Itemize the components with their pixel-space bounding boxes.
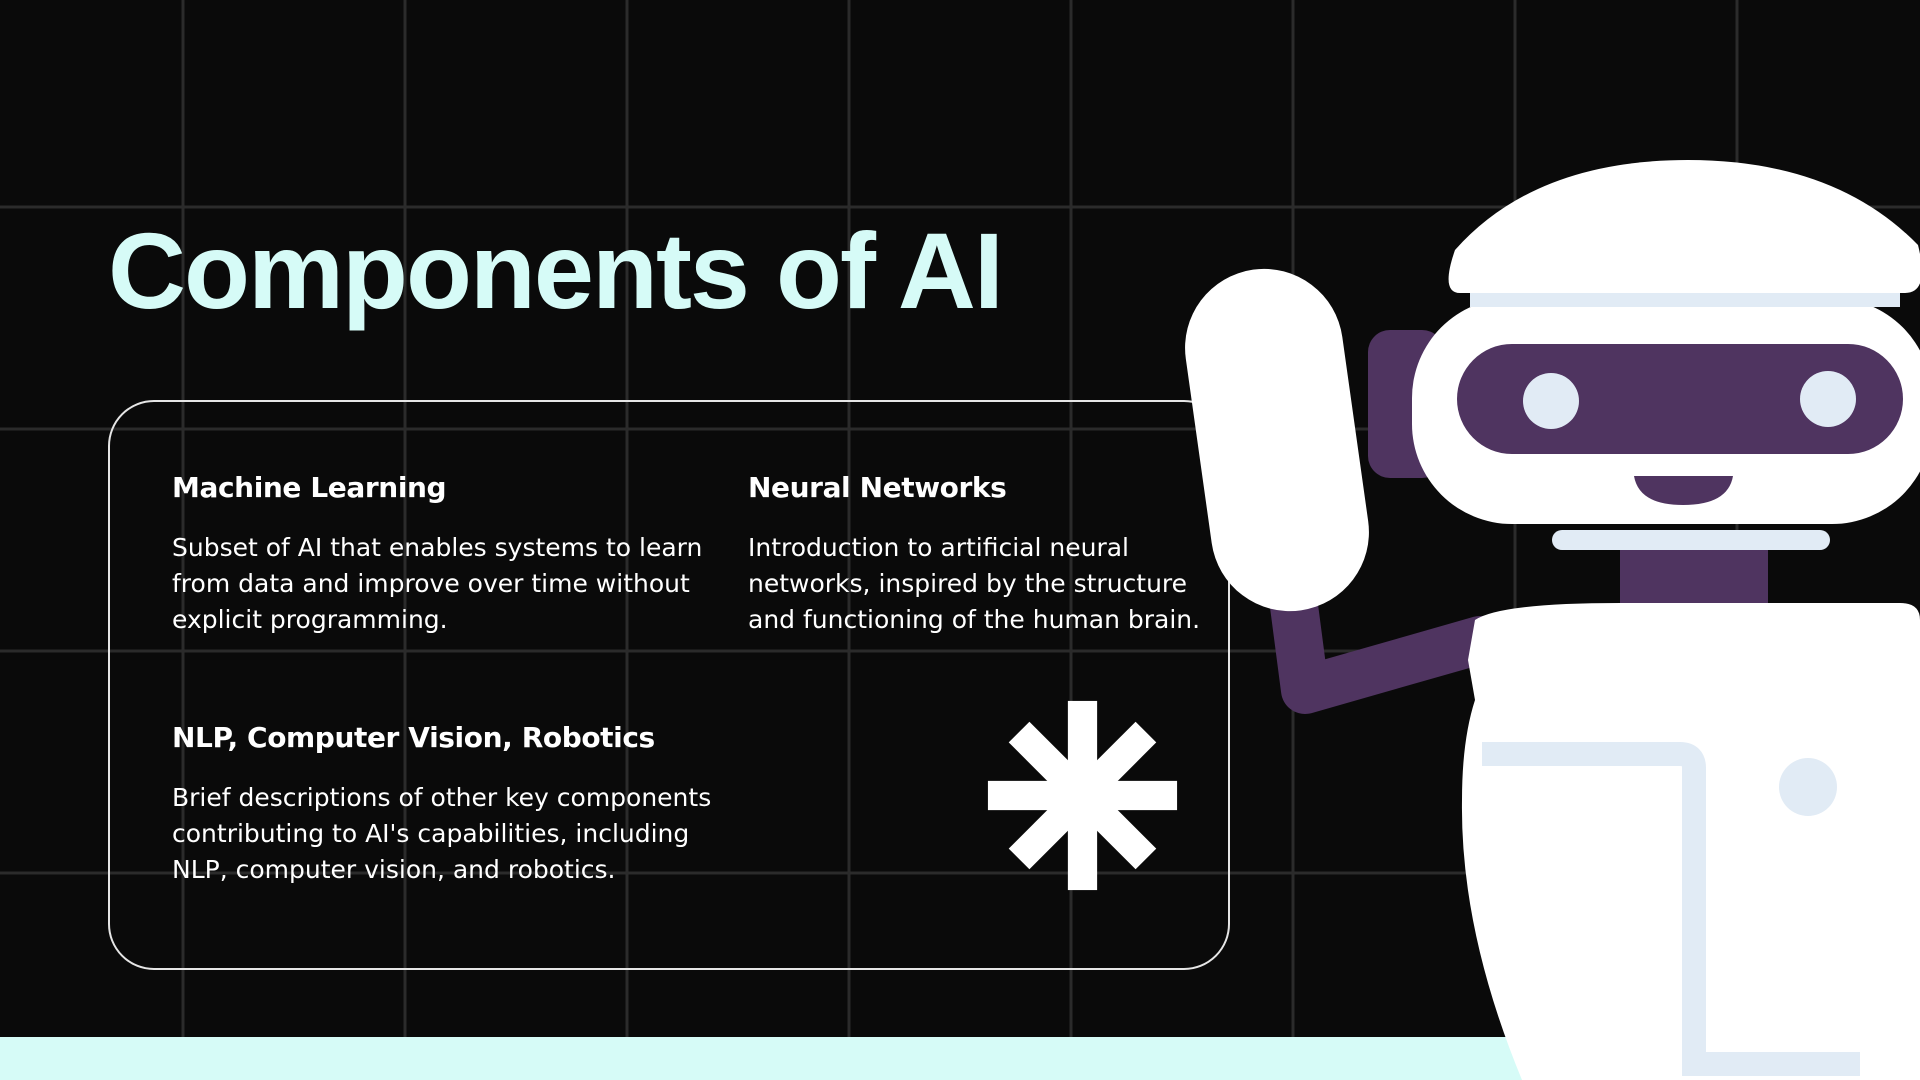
component-description: Subset of AI that enables systems to lea… [172, 533, 703, 635]
component-description: Brief descriptions of other key componen… [172, 783, 712, 885]
slide-title: Components of AI [108, 210, 1004, 331]
component-description: Introduction to artificial neural networ… [748, 533, 1201, 635]
component-neural-networks: Neural Networks Introduction to artifici… [748, 470, 1218, 638]
asterisk-icon [987, 700, 1178, 891]
component-heading: NLP, Computer Vision, Robotics [172, 721, 655, 754]
component-heading: Machine Learning [172, 471, 447, 504]
component-machine-learning: Machine Learning Subset of AI that enabl… [172, 470, 712, 638]
component-heading: Neural Networks [748, 471, 1007, 504]
component-nlp-vision-robotics: NLP, Computer Vision, Robotics Brief des… [172, 720, 732, 888]
robot-illustration [1185, 160, 1920, 1080]
